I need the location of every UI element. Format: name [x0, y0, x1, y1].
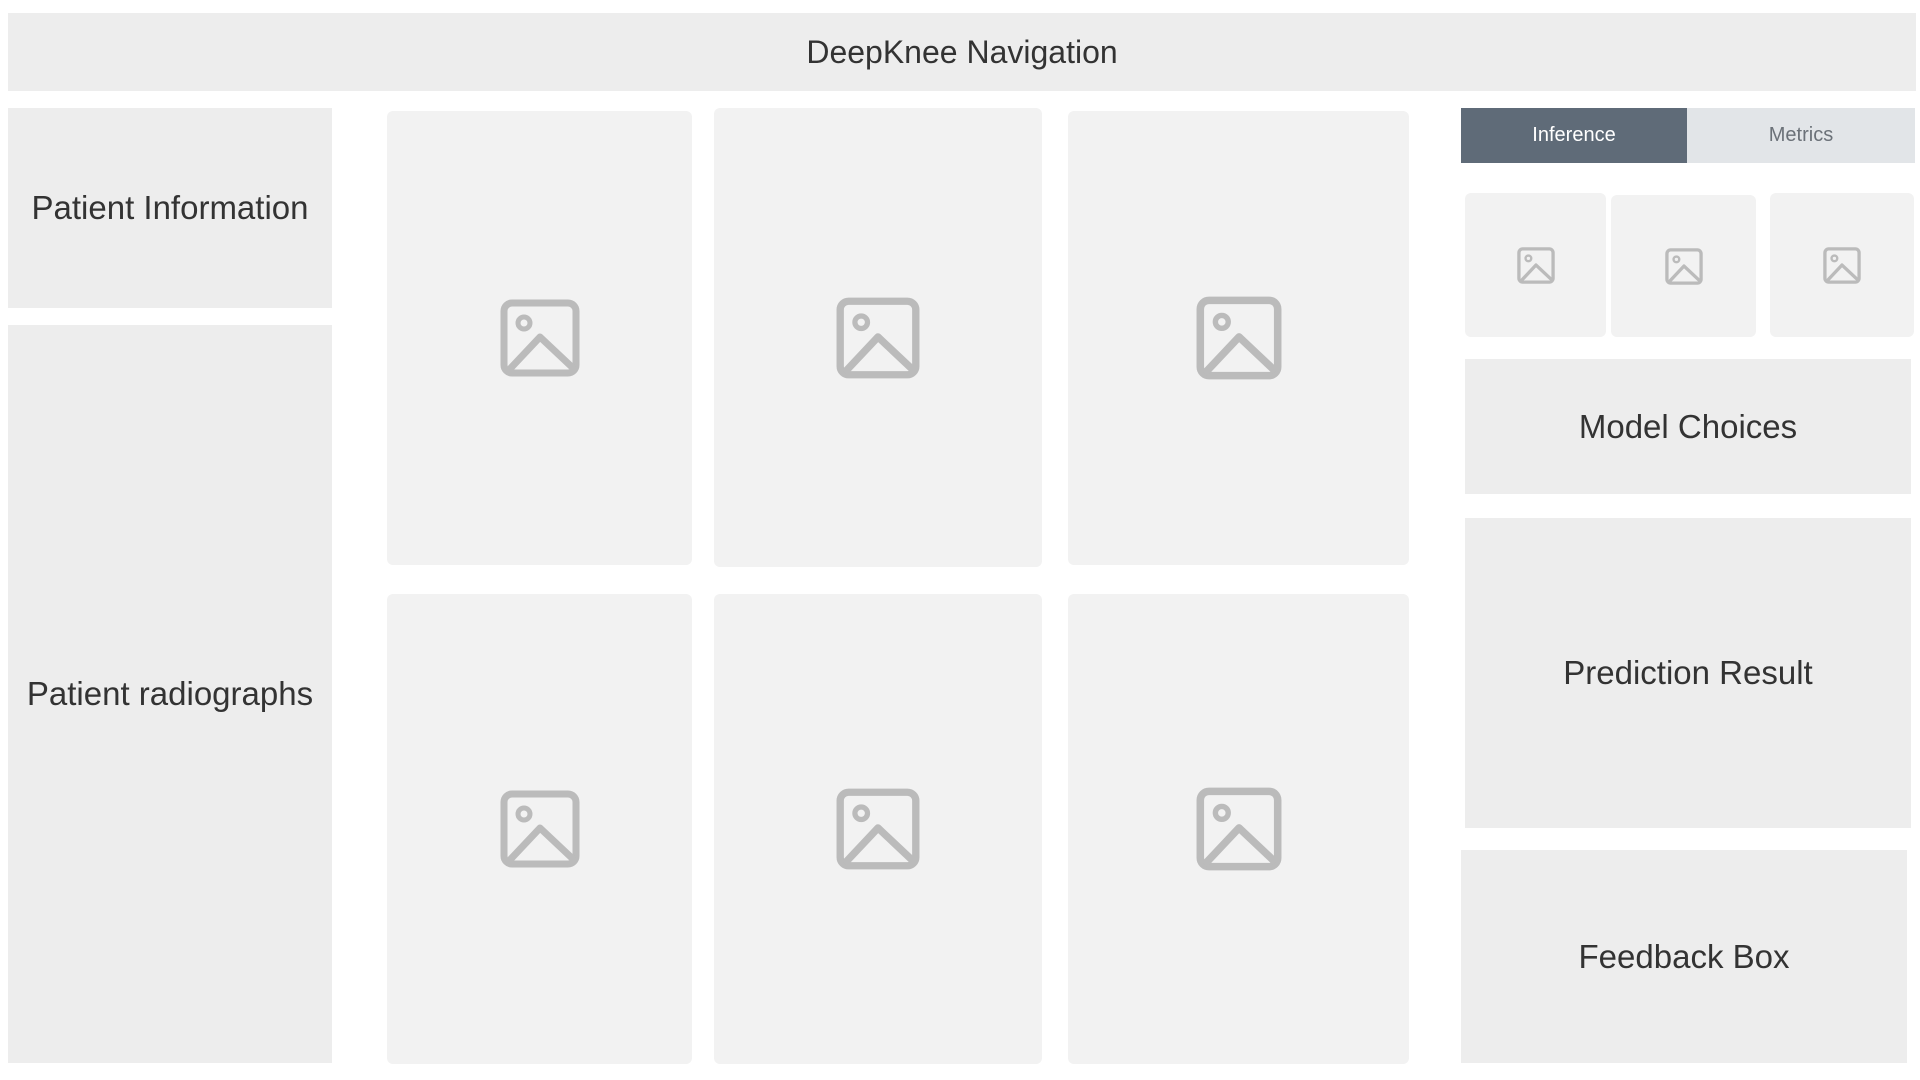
patient-radiographs-panel[interactable]: Patient radiographs: [8, 325, 332, 1063]
thumbnail-3[interactable]: [1770, 193, 1914, 337]
feedback-box-label: Feedback Box: [1578, 937, 1790, 975]
model-choices-panel[interactable]: Model Choices: [1465, 359, 1911, 494]
tab-metrics-label: Metrics: [1768, 124, 1834, 146]
prediction-result-panel: Prediction Result: [1465, 518, 1911, 828]
tab-inference-label: Inference: [1532, 124, 1616, 146]
image-placeholder-icon: [1516, 246, 1555, 284]
page-title: DeepKnee Navigation: [806, 33, 1118, 70]
image-placeholder-icon: [1664, 247, 1703, 285]
feedback-box-panel[interactable]: Feedback Box: [1461, 850, 1907, 1063]
image-card-4[interactable]: [387, 594, 692, 1064]
tab-metrics[interactable]: Metrics: [1687, 108, 1915, 163]
image-placeholder-icon: [500, 299, 579, 377]
patient-information-panel[interactable]: Patient Information: [8, 108, 332, 308]
image-placeholder-icon: [1196, 296, 1281, 380]
model-choices-label: Model Choices: [1578, 407, 1798, 445]
image-placeholder-icon: [500, 790, 579, 868]
image-card-3[interactable]: [1068, 111, 1409, 565]
thumbnail-1[interactable]: [1465, 193, 1606, 337]
thumbnail-2[interactable]: [1611, 195, 1756, 337]
patient-information-label: Patient Information: [31, 189, 309, 226]
image-card-1[interactable]: [387, 111, 692, 565]
prediction-result-label: Prediction Result: [1563, 654, 1813, 691]
image-card-2[interactable]: [714, 108, 1042, 567]
image-placeholder-icon: [836, 297, 920, 378]
patient-radiographs-label: Patient radiographs: [26, 675, 314, 712]
image-placeholder-icon: [1196, 787, 1281, 871]
image-placeholder-icon: [1823, 246, 1861, 284]
image-card-6[interactable]: [1068, 594, 1409, 1064]
header-bar: DeepKnee Navigation: [8, 13, 1916, 91]
tab-inference[interactable]: Inference: [1461, 108, 1687, 163]
image-placeholder-icon: [836, 788, 920, 870]
image-card-5[interactable]: [714, 594, 1042, 1064]
